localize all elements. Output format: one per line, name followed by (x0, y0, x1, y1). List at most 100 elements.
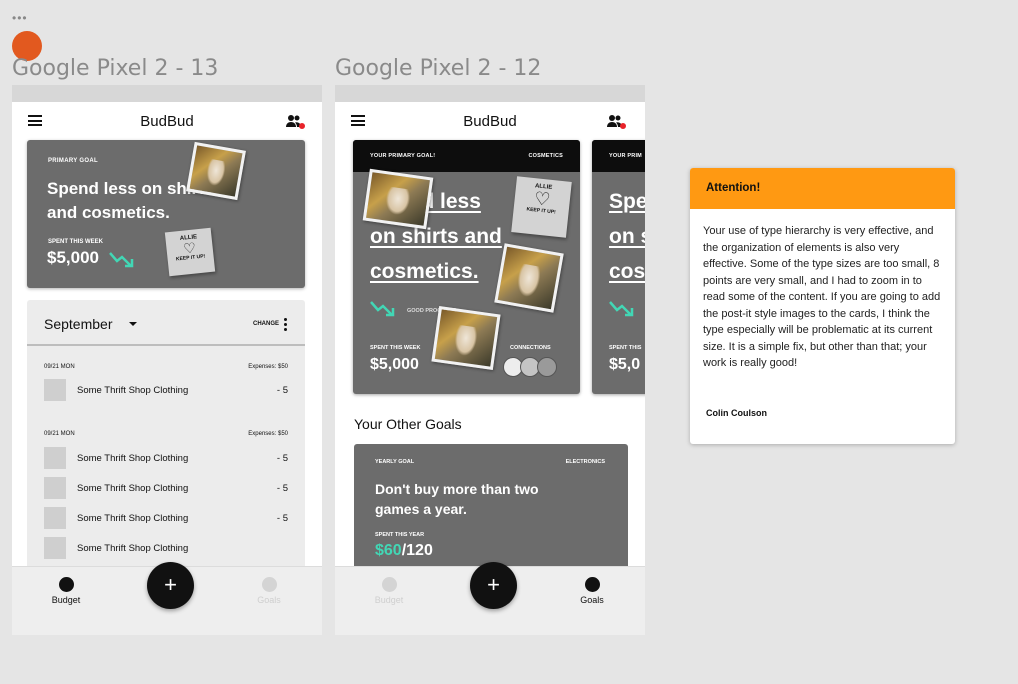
transaction-row[interactable]: Some Thrift Shop Clothing - 5 (44, 477, 288, 499)
budget-icon (381, 577, 397, 592)
month-expenses-panel: September CHANGE 09/21 MON Expenses: $50… (27, 300, 305, 570)
transaction-thumbnail (44, 507, 66, 529)
spent-label: SPENT THIS YEAR (375, 532, 425, 538)
comment-author: Colin Coulson (706, 408, 767, 418)
friends-icon[interactable] (607, 114, 626, 129)
spent-value: $5,000 (370, 356, 419, 373)
trend-down-icon (370, 301, 395, 317)
day-expenses: Expenses: $50 (248, 364, 288, 370)
headline-line: cos (609, 260, 645, 283)
more-options-icon[interactable] (284, 318, 287, 331)
friends-icon[interactable] (286, 114, 305, 129)
hamburger-menu-icon[interactable] (28, 115, 42, 126)
day-expenses: Expenses: $50 (248, 431, 288, 437)
headline-line: on shirts and (370, 225, 502, 248)
transaction-label: Some Thrift Shop Clothing (77, 384, 189, 396)
add-button[interactable]: + (470, 562, 517, 609)
goal-headline: Don't buy more than two games a year. (375, 481, 539, 517)
goal-kicker: YOUR PRIMARY GOAL! (370, 153, 436, 159)
secondary-goal-card-peek[interactable]: YOUR PRIM Spe on s cos SPENT THIS $5,0 (592, 140, 645, 394)
transaction-amount: - 5 (276, 452, 288, 464)
card-band: YOUR PRIMARY GOAL! COSMETICS (353, 140, 580, 172)
goal-category: ELECTRONICS (565, 459, 605, 465)
budget-icon (58, 577, 74, 592)
connection-avatar (537, 357, 557, 377)
nav-goals[interactable]: Goals (562, 577, 622, 605)
status-bar (12, 85, 322, 102)
transaction-amount: - 5 (276, 482, 288, 494)
review-comment-card[interactable]: Attention! Your use of type hierarchy is… (690, 168, 955, 444)
day-header: 09/21 MON Expenses: $50 (44, 364, 288, 370)
goal-kicker: YOUR PRIM (609, 153, 642, 159)
headline-line: on s (609, 225, 645, 248)
canvas-menu-dots[interactable]: ••• (12, 12, 28, 24)
comment-title: Attention! (690, 168, 955, 209)
transaction-label: Some Thrift Shop Clothing (77, 482, 189, 494)
headline-line: cosmetics. (370, 260, 479, 283)
transaction-label: Some Thrift Shop Clothing (77, 452, 189, 464)
bottom-navigation: Budget + Goals (335, 562, 645, 635)
nav-label: Budget (374, 595, 404, 605)
goal-kicker: YEARLY GOAL (375, 459, 415, 465)
phone-frame-pixel-13: BudBud PRIMARY GOAL Spend less on shirts… (12, 85, 322, 635)
month-selector[interactable]: September (44, 316, 112, 332)
transaction-amount: - 5 (276, 512, 288, 524)
transaction-row[interactable]: Some Thrift Shop Clothing - 5 (44, 447, 288, 469)
spent-value: $5,000 (47, 248, 99, 267)
trend-down-icon (609, 301, 634, 317)
postit-note: ALLIE ♡ KEEP IT UP! (164, 227, 216, 277)
day-header: 09/21 MON Expenses: $50 (44, 431, 288, 437)
nav-budget[interactable]: Budget (36, 577, 96, 605)
goals-icon (261, 577, 277, 592)
goal-kicker: PRIMARY GOAL (48, 158, 98, 164)
app-bar: BudBud (12, 102, 322, 140)
transaction-label: Some Thrift Shop Clothing (77, 542, 189, 554)
spent-label: SPENT THIS (609, 345, 642, 351)
change-month-button[interactable]: CHANGE (253, 321, 279, 327)
notification-dot (299, 123, 305, 129)
add-button[interactable]: + (147, 562, 194, 609)
caret-down-icon[interactable] (129, 322, 137, 326)
postit-note: ALLIE ♡ KEEP IT UP! (511, 176, 572, 238)
month-header: September CHANGE (27, 300, 305, 346)
nav-goals[interactable]: Goals (239, 577, 299, 605)
nav-budget[interactable]: Budget (359, 577, 419, 605)
bottom-navigation: Budget + Goals (12, 562, 322, 635)
transaction-thumbnail (44, 537, 66, 559)
card-band: YOUR PRIM (592, 140, 645, 172)
connections-label: CONNECTIONS (510, 345, 551, 351)
goal-category: COSMETICS (528, 153, 563, 159)
dog-photo (186, 141, 246, 201)
app-bar: BudBud (335, 102, 645, 140)
spent-value: $60/120 (375, 542, 433, 560)
goals-icon (584, 577, 600, 592)
connections-avatars[interactable] (503, 357, 563, 377)
app-title: BudBud (140, 112, 194, 130)
app-title: BudBud (463, 112, 517, 130)
frame-title-pixel-12[interactable]: Google Pixel 2 - 12 (335, 56, 541, 81)
nav-label: Goals (580, 595, 604, 605)
dog-photo (431, 305, 501, 371)
comment-body: Your use of type hierarchy is very effec… (703, 225, 941, 369)
transaction-row[interactable]: Some Thrift Shop Clothing - 5 (44, 379, 288, 401)
hamburger-menu-icon[interactable] (351, 115, 365, 126)
transaction-row[interactable]: Some Thrift Shop Clothing - 5 (44, 507, 288, 529)
primary-goal-card[interactable]: YOUR PRIMARY GOAL! COSMETICS Spend less … (353, 140, 580, 394)
transaction-row[interactable]: Some Thrift Shop Clothing (44, 537, 288, 559)
transaction-label: Some Thrift Shop Clothing (77, 512, 189, 524)
spent-total: /120 (401, 542, 433, 559)
transaction-amount: - 5 (276, 384, 288, 396)
goal-headline: Spe on s cos (609, 184, 645, 289)
nav-label: Goals (257, 595, 281, 605)
headline-line: Spe (609, 190, 645, 213)
primary-goal-card[interactable]: PRIMARY GOAL Spend less on shirts and co… (27, 140, 305, 288)
transaction-thumbnail (44, 379, 66, 401)
nav-label: Budget (51, 595, 81, 605)
transaction-thumbnail (44, 447, 66, 469)
dog-photo (362, 168, 434, 230)
notification-dot (620, 123, 626, 129)
spent-value: $5,0 (609, 356, 641, 373)
dog-photo (494, 243, 564, 313)
phone-frame-pixel-12: BudBud YOUR PRIMARY GOAL! COSMETICS Spen… (335, 85, 645, 635)
frame-title-pixel-13[interactable]: Google Pixel 2 - 13 (12, 56, 218, 81)
